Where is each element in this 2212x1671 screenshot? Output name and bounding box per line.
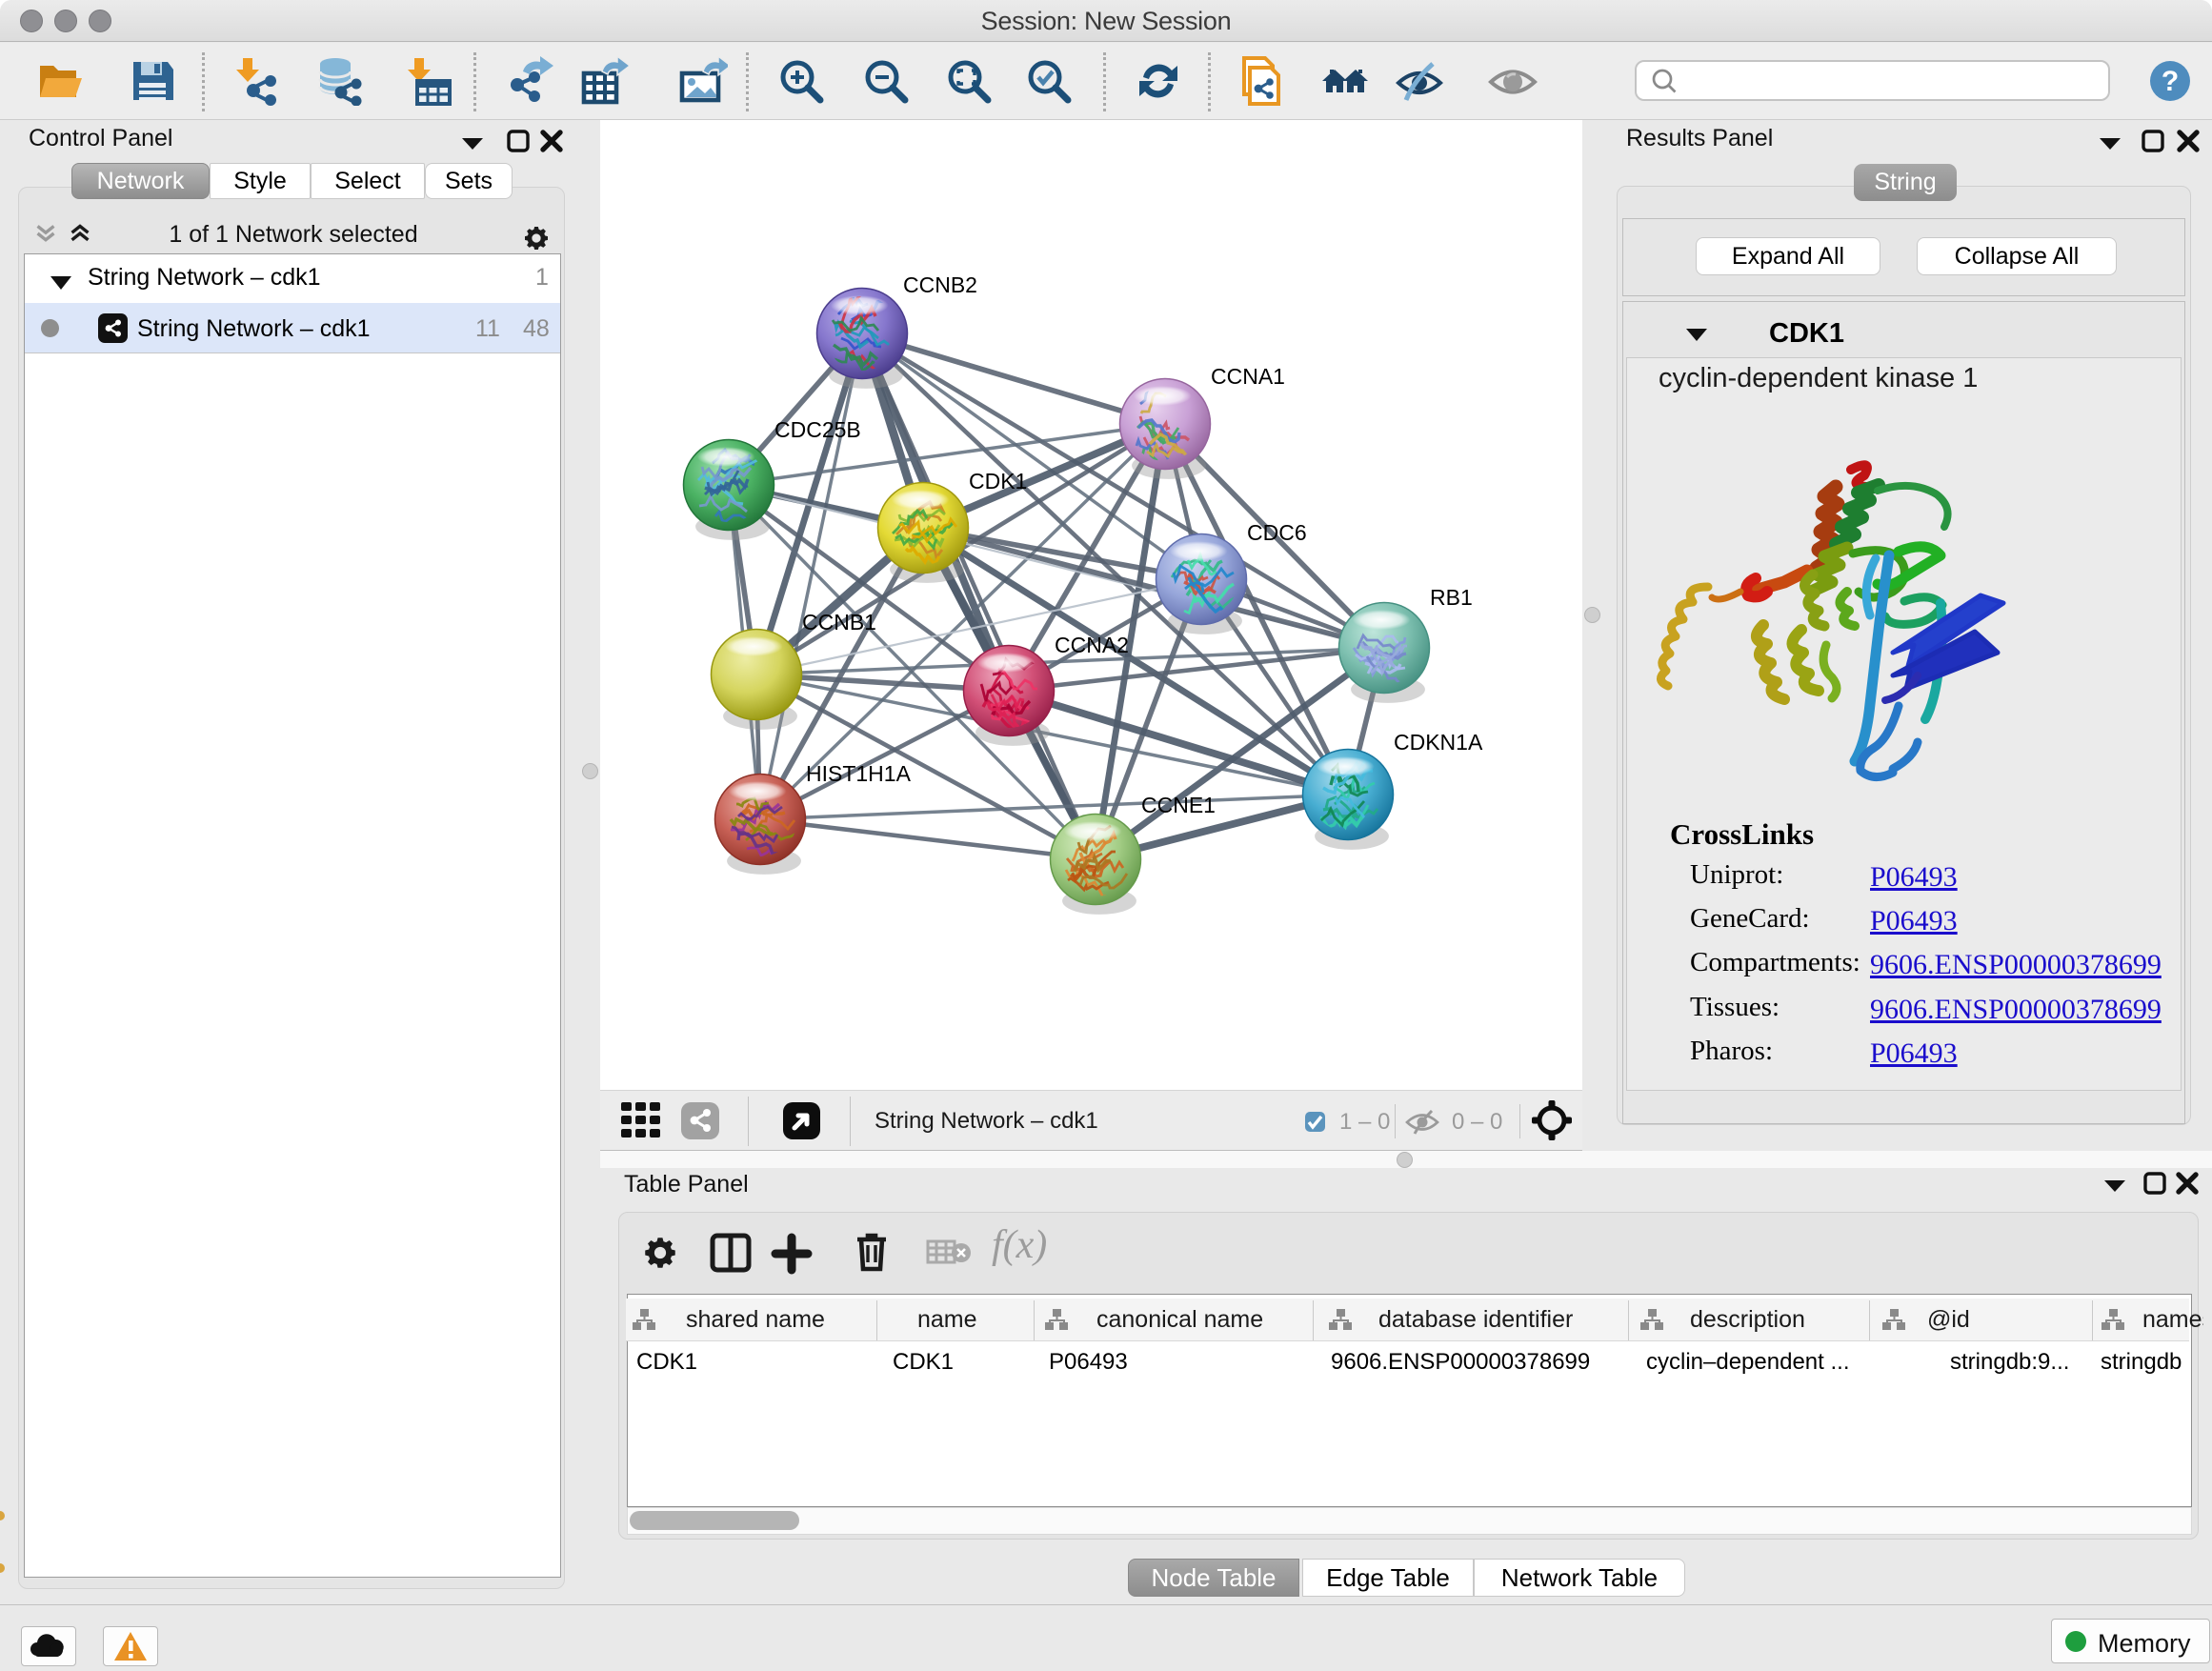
svg-text:CDC25B: CDC25B [774,417,861,442]
svg-text:?: ? [2162,66,2179,97]
svg-text:HIST1H1A: HIST1H1A [806,761,912,786]
svg-text:RB1: RB1 [1430,585,1473,610]
svg-text:CCNB1: CCNB1 [802,610,876,634]
svg-text:CDC6: CDC6 [1247,520,1307,545]
svg-text:CCNE1: CCNE1 [1141,793,1216,817]
svg-text:CCNA2: CCNA2 [1055,633,1129,657]
svg-text:CDKN1A: CDKN1A [1394,730,1483,755]
svg-text:CDK1: CDK1 [969,469,1027,493]
svg-text:CCNB2: CCNB2 [903,272,977,297]
svg-text:CCNA1: CCNA1 [1211,364,1285,389]
